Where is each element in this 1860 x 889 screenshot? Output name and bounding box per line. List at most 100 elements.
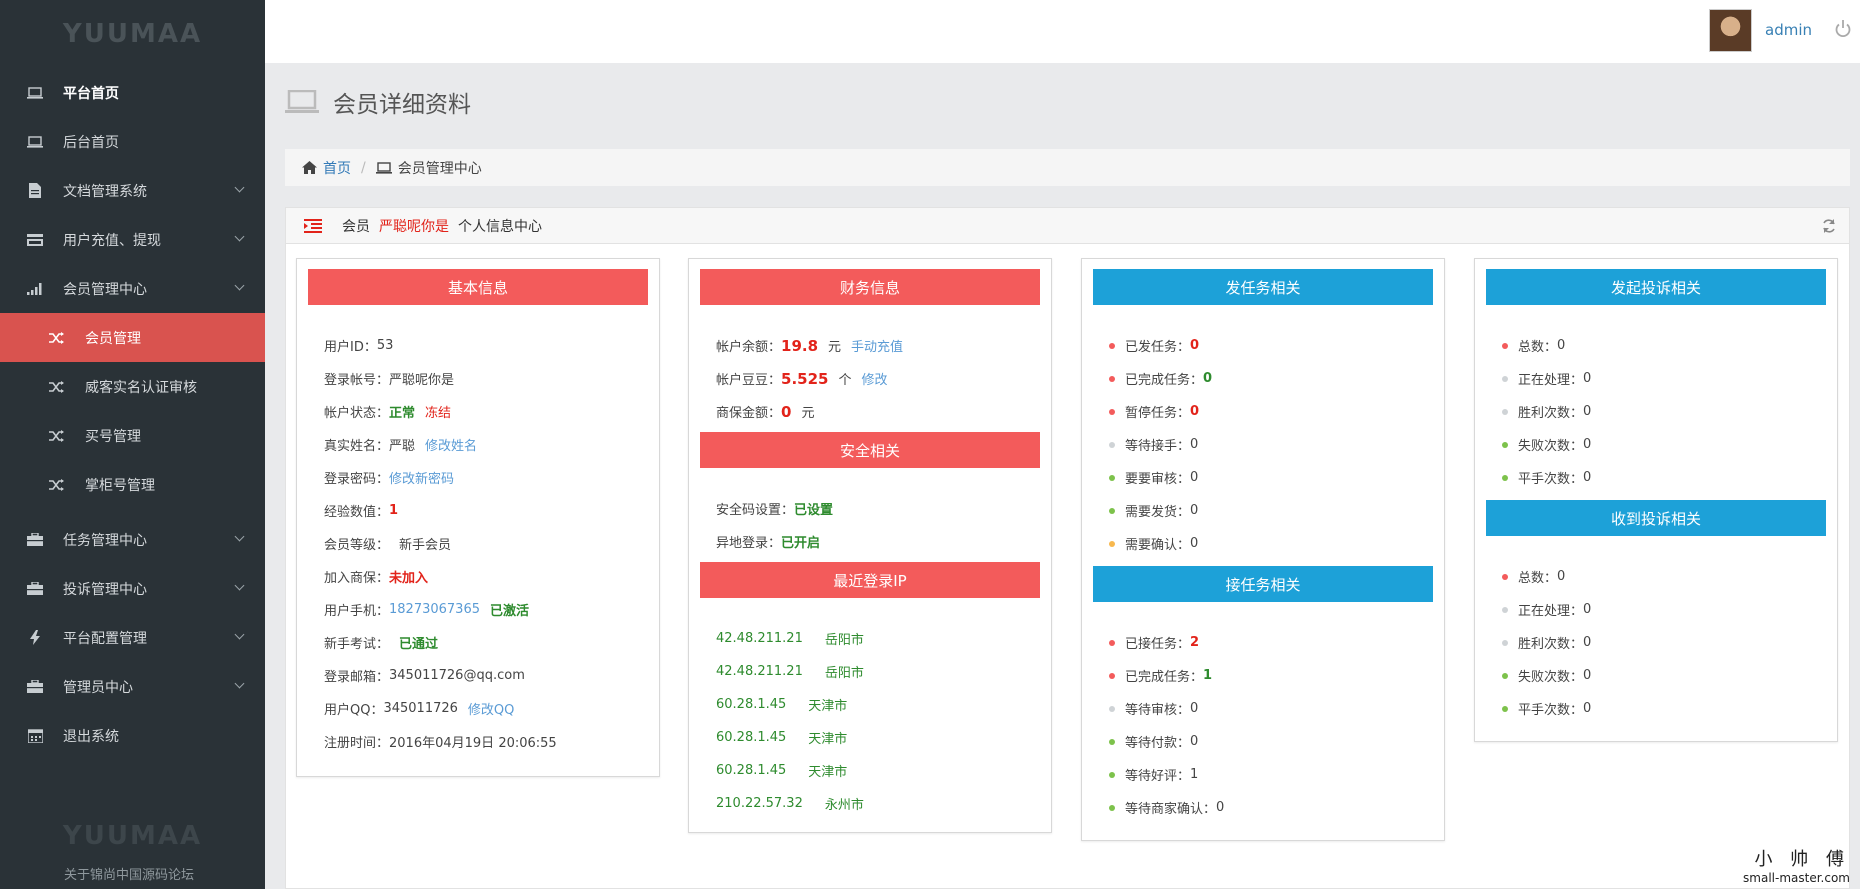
edit-realname-link[interactable]: 修改姓名 bbox=[425, 435, 477, 454]
shuffle-icon bbox=[46, 477, 68, 493]
sidebar-item-logout[interactable]: 退出系统 bbox=[0, 711, 265, 760]
stat-value: 2 bbox=[1190, 635, 1200, 650]
breadcrumb: 首页 / 会员管理中心 bbox=[285, 149, 1850, 186]
card-title: 收到投诉相关 bbox=[1486, 500, 1826, 536]
info-row-register-time: 注册时间： 2016年04月19日 20:06:55 bbox=[324, 736, 557, 751]
box-header-prefix: 会员 bbox=[342, 218, 370, 235]
stat-label: 平手次数： bbox=[1518, 703, 1584, 718]
sidebar-submenu: 会员管理 威客实名认证审核 买号管理 掌柜号管理 bbox=[0, 313, 265, 509]
basic-info-card: 基本信息 用户ID： 53 登录帐号： 严聪呢你是 帐户状态： 正常 冻结 真实姓名：严… bbox=[296, 258, 660, 777]
accept-task-rows: 已接任务： 2 已完成任务： 1 等待审核： 0 等待付款： 0 等待好评： 1 等待商家确认： 0 bbox=[1093, 602, 1433, 830]
info-row-level: 会员等级： 新手会员 bbox=[324, 538, 452, 553]
phone-link[interactable]: 18273067365 bbox=[389, 602, 480, 617]
refresh-icon[interactable] bbox=[1821, 218, 1837, 234]
stat-label: 总数： bbox=[1518, 571, 1558, 586]
stat-row: 等待商家确认： 0 bbox=[1109, 791, 1417, 824]
card-title: 发任务相关 bbox=[1093, 269, 1433, 305]
card-title: 最近登录IP bbox=[700, 562, 1040, 598]
stat-row: 正在处理： 0 bbox=[1502, 593, 1810, 626]
shuffle-icon bbox=[46, 379, 68, 395]
stat-row: 暂停任务： 0 bbox=[1109, 395, 1417, 428]
complaint-received-rows: 总数： 0 正在处理： 0 胜利次数： 0 失败次数： 0 平手次数： 0 bbox=[1486, 536, 1826, 731]
bullet-dot-icon bbox=[1502, 672, 1508, 679]
sidebar-subitem-member-management[interactable]: 会员管理 bbox=[0, 313, 265, 362]
sidebar-item-documents[interactable]: 文档管理系统 bbox=[0, 166, 265, 215]
sidebar-subitem-shop-accounts[interactable]: 掌柜号管理 bbox=[0, 460, 265, 509]
sidebar-item-platform-home[interactable]: 平台首页 bbox=[0, 68, 265, 117]
chevron-down-icon bbox=[234, 280, 245, 291]
bullet-dot-icon bbox=[1109, 771, 1115, 778]
edit-qq-link[interactable]: 修改QQ bbox=[468, 699, 514, 718]
stat-label: 等待接手： bbox=[1125, 439, 1191, 454]
stat-value: 0 bbox=[1583, 437, 1592, 452]
username[interactable]: admin bbox=[1765, 21, 1812, 39]
sidebar-item-config[interactable]: 平台配置管理 bbox=[0, 613, 265, 662]
bullet-dot-icon bbox=[1109, 738, 1115, 745]
status-frozen[interactable]: 冻结 bbox=[425, 402, 451, 421]
stat-value: 0 bbox=[1557, 569, 1566, 584]
chevron-down-icon bbox=[234, 231, 245, 242]
sidebar-item-recharge[interactable]: 用户充值、提现 bbox=[0, 215, 265, 264]
security-row-remote: 异地登录： 已开启 bbox=[716, 536, 821, 551]
stat-label: 等待商家确认： bbox=[1125, 802, 1217, 817]
basic-info-rows: 用户ID： 53 登录帐号： 严聪呢你是 帐户状态： 正常 冻结 真实姓名： 严聪 修改姓名… bbox=[308, 305, 648, 766]
home-icon bbox=[302, 161, 317, 174]
edit-password-link[interactable]: 修改新密码 bbox=[389, 468, 454, 487]
stat-value: 0 bbox=[1583, 470, 1592, 485]
stat-label: 胜利次数： bbox=[1518, 637, 1584, 652]
sidebar-item-complaints[interactable]: 投诉管理中心 bbox=[0, 564, 265, 613]
stat-label: 已发任务： bbox=[1125, 340, 1191, 355]
sidebar-item-label: 文档管理系统 bbox=[63, 183, 147, 200]
bullet-dot-icon bbox=[1109, 441, 1115, 448]
stat-value: 0 bbox=[1190, 338, 1200, 353]
stat-row: 已完成任务： 1 bbox=[1109, 659, 1417, 692]
chevron-down-icon bbox=[234, 182, 245, 193]
sidebar-item-label: 用户充值、提现 bbox=[63, 232, 161, 249]
edit-beans-link[interactable]: 修改 bbox=[861, 369, 887, 388]
bullet-dot-icon bbox=[1502, 342, 1508, 349]
briefcase-icon bbox=[24, 532, 46, 548]
info-row-email: 登录邮箱： 345011726@qq.com bbox=[324, 668, 525, 685]
sidebar-subitem-buyer-accounts[interactable]: 买号管理 bbox=[0, 411, 265, 460]
sidebar-item-label: 平台配置管理 bbox=[63, 630, 147, 647]
stat-label: 等待付款： bbox=[1125, 736, 1191, 751]
sidebar-item-admins[interactable]: 管理员中心 bbox=[0, 662, 265, 711]
chevron-down-icon bbox=[234, 629, 245, 640]
footer-link[interactable]: 关于锦尚中国源码论坛 bbox=[64, 864, 194, 883]
laptop-icon bbox=[285, 90, 319, 113]
watermark: 小 帅 傅 small-master.com bbox=[1743, 849, 1850, 885]
sidebar-item-tasks[interactable]: 任务管理中心 bbox=[0, 515, 265, 564]
briefcase-icon bbox=[24, 581, 46, 597]
box-header-suffix: 个人信息中心 bbox=[458, 218, 542, 235]
stat-value: 0 bbox=[1583, 602, 1592, 617]
stat-value: 0 bbox=[1583, 635, 1592, 650]
security-row-code: 安全码设置： 已设置 bbox=[716, 503, 834, 518]
bullet-dot-icon bbox=[1109, 507, 1115, 514]
footer-logo: YUUMAA bbox=[62, 821, 203, 851]
recent-ip-rows: 42.48.211.21 岳阳市 42.48.211.21 岳阳市 60.28.1.… bbox=[700, 598, 1040, 822]
stat-label: 等待好评： bbox=[1125, 769, 1191, 784]
stat-row: 胜利次数： 0 bbox=[1502, 626, 1810, 659]
stat-label: 需要发货： bbox=[1125, 505, 1191, 520]
stat-value: 0 bbox=[1583, 404, 1592, 419]
sidebar-item-members[interactable]: 会员管理中心 bbox=[0, 264, 265, 313]
briefcase-icon bbox=[24, 679, 46, 695]
ip-row: 42.48.211.21 岳阳市 bbox=[716, 631, 864, 648]
card-title: 基本信息 bbox=[308, 269, 648, 305]
stat-label: 平手次数： bbox=[1518, 472, 1584, 487]
avatar[interactable] bbox=[1709, 9, 1752, 52]
bullet-dot-icon bbox=[1109, 639, 1115, 646]
stat-value: 0 bbox=[1583, 668, 1592, 683]
info-row-qq: 用户QQ： 345011726 修改QQ bbox=[324, 699, 515, 718]
sidebar-item-admin-home[interactable]: 后台首页 bbox=[0, 117, 265, 166]
page-header: 会员详细资料 bbox=[285, 85, 471, 119]
breadcrumb-home[interactable]: 首页 bbox=[323, 158, 351, 178]
stat-label: 等待审核： bbox=[1125, 703, 1191, 718]
status-normal[interactable]: 正常 bbox=[389, 402, 415, 421]
recharge-link[interactable]: 手动充值 bbox=[851, 336, 903, 355]
bullet-dot-icon bbox=[1502, 441, 1508, 448]
sidebar-subitem-realname-audit[interactable]: 威客实名认证审核 bbox=[0, 362, 265, 411]
finance-row-beans: 帐户豆豆： 5.525 个修改 bbox=[716, 369, 888, 389]
stat-value: 0 bbox=[1583, 371, 1592, 386]
power-icon[interactable] bbox=[1834, 20, 1852, 38]
